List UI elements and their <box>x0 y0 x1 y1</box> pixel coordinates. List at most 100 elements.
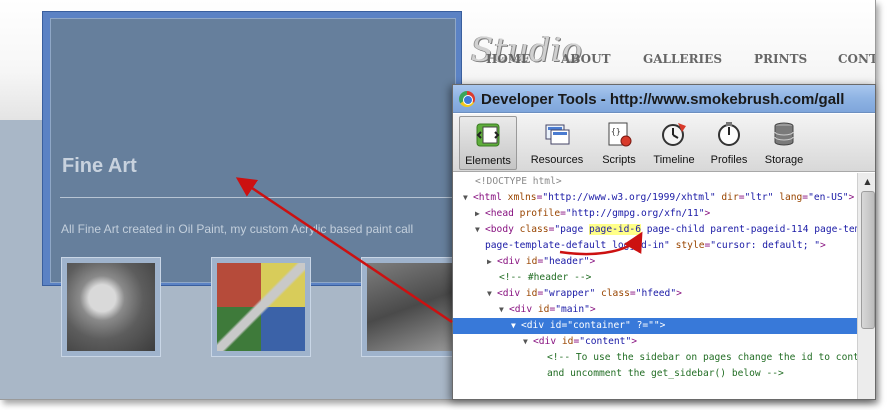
tag-name: <head <box>485 208 514 219</box>
tag-name: <body <box>485 224 514 235</box>
dom-tree: <!DOCTYPE html> ▼ <html xmlns="http://www… <box>453 173 857 399</box>
devtools-toolbar: Elements Resources {} Scripts Timeline P… <box>453 114 875 172</box>
tab-scripts[interactable]: {} Scripts <box>595 116 643 170</box>
dom-node-html[interactable]: ▼ <html xmlns="http://www.w3.org/1999/xht… <box>453 190 857 206</box>
tab-timeline[interactable]: Timeline <box>649 116 699 170</box>
resources-icon <box>545 124 570 145</box>
attr-name: class <box>601 288 630 299</box>
intro-text: All Fine Art created in Oil Paint, my cu… <box>61 222 414 236</box>
chrome-icon <box>459 91 475 107</box>
attr-name: id <box>525 256 538 267</box>
expand-triangle-icon[interactable]: ▼ <box>523 334 533 350</box>
devtools-title: Developer Tools - http://www.smokebrush.… <box>481 91 845 108</box>
expand-triangle-icon[interactable]: ▼ <box>463 190 473 206</box>
tab-label: Timeline <box>653 154 695 166</box>
nav-galleries[interactable]: GALLERIES <box>643 52 722 66</box>
attr-value: "content" <box>579 336 632 347</box>
comment-text: <!-- #header --> <box>499 272 592 283</box>
tag-name: <html <box>473 192 502 203</box>
content-panel <box>50 18 456 283</box>
tag-name: <div <box>521 320 545 331</box>
attr-name: class <box>519 224 549 235</box>
attr-name: id <box>525 288 538 299</box>
attr-value: "container" <box>567 320 631 331</box>
developer-tools-window: Developer Tools - http://www.smokebrush.… <box>452 84 876 400</box>
tab-elements[interactable]: Elements <box>459 116 517 170</box>
attr-value: "header" <box>543 256 590 267</box>
scrollbar-thumb[interactable] <box>861 191 875 329</box>
scroll-up-arrow-icon[interactable]: ▲ <box>860 175 875 189</box>
dom-node-container-selected[interactable]: ▼ <div id="container" ?=""> <box>453 318 857 334</box>
gallery-thumbnail[interactable] <box>211 257 311 357</box>
tab-label: Scripts <box>602 154 636 166</box>
nav-contact[interactable]: CONT <box>838 52 875 66</box>
dom-tree-scrollbar[interactable]: ▲ <box>857 173 875 399</box>
nav-prints[interactable]: PRINTS <box>754 52 807 66</box>
landscape-painting-image <box>367 263 455 351</box>
attr-value: "wrapper" <box>543 288 596 299</box>
dom-node-main[interactable]: ▼ <div id="main"> <box>453 302 857 318</box>
storage-icon <box>774 122 794 146</box>
tag-name: <div <box>497 256 521 267</box>
dom-node-comment[interactable]: <!-- To use the sidebar on pages change … <box>453 350 857 366</box>
highlighted-class: page-id-6 <box>589 224 641 235</box>
tab-profiles[interactable]: Profiles <box>705 116 753 170</box>
comment-text: <!-- To use the sidebar on pages change … <box>547 352 857 363</box>
dom-node-body[interactable]: ▼ <body class="page page-id-6 page-child … <box>453 222 857 238</box>
tab-storage[interactable]: Storage <box>759 116 809 170</box>
expand-triangle-icon[interactable]: ▼ <box>499 302 509 318</box>
svg-text:{}: {} <box>611 127 621 136</box>
attr-name: dir <box>721 192 739 203</box>
tab-label: Resources <box>530 154 584 166</box>
tab-label: Profiles <box>710 154 748 166</box>
portrait-painting-image <box>67 263 155 351</box>
tab-resources[interactable]: Resources <box>525 116 589 170</box>
dom-node-header[interactable]: ▶ <div id="header"> <box>453 254 857 270</box>
attr-name: id <box>549 320 562 331</box>
attr-name: lang <box>779 192 803 203</box>
page-title: Fine Art <box>62 155 137 177</box>
attr-value: "ltr" <box>744 192 774 203</box>
attr-name: id <box>537 304 550 315</box>
dom-node-comment[interactable]: <!-- #header --> <box>453 270 857 286</box>
attr-name: xmlns <box>507 192 537 203</box>
expand-triangle-icon[interactable]: ▶ <box>475 206 485 222</box>
tab-label: Elements <box>465 155 511 167</box>
attr-value: "main" <box>555 304 590 315</box>
timeline-icon <box>662 123 686 146</box>
comment-text: and uncomment the get_sidebar() below --… <box>547 368 784 379</box>
expand-triangle-icon[interactable]: ▼ <box>487 286 497 302</box>
attr-name: id <box>561 336 574 347</box>
attr-value: "page <box>554 224 589 235</box>
devtools-titlebar[interactable]: Developer Tools - http://www.smokebrush.… <box>453 85 875 113</box>
expand-triangle-icon[interactable]: ▼ <box>511 318 521 334</box>
elements-icon <box>476 123 500 147</box>
dom-node-content[interactable]: ▼ <div id="content"> <box>453 334 857 350</box>
attr-name: profile <box>519 208 561 219</box>
nav-home[interactable]: HOME <box>486 52 530 66</box>
tag-name: <div <box>509 304 533 315</box>
attr-name: style <box>675 240 705 251</box>
expand-triangle-icon[interactable]: ▶ <box>487 254 497 270</box>
attr-value: page-template-default logged-in" <box>485 240 670 251</box>
heading-divider <box>60 197 456 198</box>
dom-node-head[interactable]: ▶ <head profile="http://gmpg.org/xfn/11"> <box>453 206 857 222</box>
scripts-icon: {} <box>608 122 632 147</box>
attr-value: "http://gmpg.org/xfn/11" <box>565 208 705 219</box>
tab-label: Storage <box>764 154 804 166</box>
dom-node-comment[interactable]: and uncomment the get_sidebar() below --… <box>453 366 857 382</box>
profiles-icon <box>718 122 740 146</box>
attr-value: page-child parent-pageid-114 page-templa… <box>646 224 857 235</box>
attr-value: "hfeed" <box>635 288 677 299</box>
dom-node-doctype[interactable]: <!DOCTYPE html> <box>453 174 857 190</box>
attr-value: "http://www.w3.org/1999/xhtml" <box>542 192 716 203</box>
gallery-thumbnail[interactable] <box>61 257 161 357</box>
nav-about[interactable]: ABOUT <box>561 52 611 66</box>
dom-node-body-continued[interactable]: page-template-default logged-in" style="… <box>453 238 857 254</box>
dom-node-wrapper[interactable]: ▼ <div id="wrapper" class="hfeed"> <box>453 286 857 302</box>
expand-triangle-icon[interactable]: ▼ <box>475 222 485 238</box>
abstract-painting-image <box>217 263 305 351</box>
doctype-text: <!DOCTYPE html> <box>475 176 562 187</box>
attr-value: "en-US" <box>808 192 849 203</box>
gallery-thumbnail[interactable] <box>361 257 461 357</box>
